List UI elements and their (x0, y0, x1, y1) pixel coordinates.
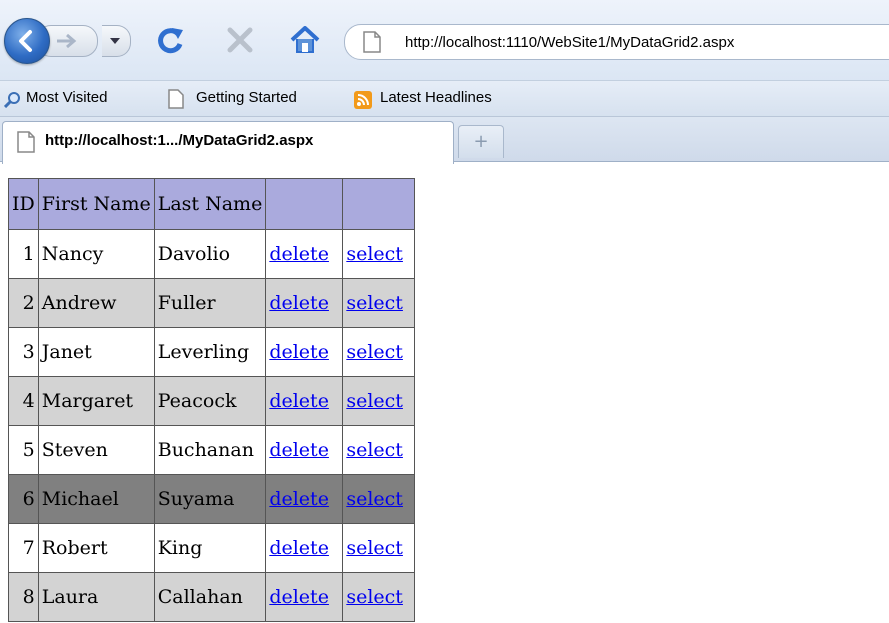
delete-link[interactable]: delete (269, 488, 329, 510)
bookmark-most-visited[interactable]: Most Visited (26, 89, 107, 106)
cell-last-name: Peacock (153, 376, 267, 426)
cell-first-name: Michael (37, 474, 155, 524)
delete-link[interactable]: delete (269, 586, 329, 608)
cell-last-name: Leverling (153, 327, 267, 377)
delete-link[interactable]: delete (269, 243, 329, 265)
cell-select: select (342, 376, 416, 426)
table-row: 1 Nancy Davolio delete select (8, 229, 416, 279)
reload-icon[interactable] (156, 24, 186, 56)
cell-delete: delete (265, 229, 344, 279)
table-row: 3 Janet Leverling delete select (8, 327, 416, 377)
tab-title: http://localhost:1.../MyDataGrid2.aspx (45, 132, 314, 149)
cell-delete: delete (265, 474, 344, 524)
cell-delete: delete (265, 425, 344, 475)
address-bar[interactable]: http://localhost:1110/WebSite1/MyDataGri… (344, 24, 889, 60)
cell-last-name: Buchanan (153, 425, 267, 475)
table-row: 8 Laura Callahan delete select (8, 572, 416, 622)
cell-id: 1 (8, 229, 39, 279)
cell-select: select (342, 523, 416, 573)
cell-id: 6 (8, 474, 39, 524)
cell-id: 3 (8, 327, 39, 377)
header-delete (265, 178, 344, 230)
home-icon[interactable] (290, 26, 320, 54)
cell-first-name: Margaret (37, 376, 155, 426)
back-arrow-icon (19, 30, 32, 52)
cell-last-name: Suyama (153, 474, 267, 524)
cell-id: 2 (8, 278, 39, 328)
cell-delete: delete (265, 327, 344, 377)
plus-icon: + (473, 131, 489, 152)
cell-last-name: Davolio (153, 229, 267, 279)
tab-mydatagrid2[interactable]: http://localhost:1.../MyDataGrid2.aspx (2, 121, 454, 164)
cell-first-name: Robert (37, 523, 155, 573)
cell-last-name: Callahan (153, 572, 267, 622)
cell-select: select (342, 278, 416, 328)
table-row: 7 Robert King delete select (8, 523, 416, 573)
new-tab-button[interactable]: + (458, 125, 504, 158)
cell-select: select (342, 425, 416, 475)
data-grid: ID First Name Last Name 1 Nancy Davolio … (8, 178, 416, 622)
select-link[interactable]: select (346, 390, 403, 412)
cell-select: select (342, 572, 416, 622)
header-id: ID (8, 178, 39, 230)
delete-link[interactable]: delete (269, 390, 329, 412)
url-text[interactable]: http://localhost:1110/WebSite1/MyDataGri… (405, 34, 734, 51)
cell-first-name: Laura (37, 572, 155, 622)
select-link[interactable]: select (346, 537, 403, 559)
cell-select: select (342, 229, 416, 279)
select-link[interactable]: select (346, 586, 403, 608)
selected-table-row: 6 Michael Suyama delete select (8, 474, 416, 524)
bookmark-latest-headlines[interactable]: Latest Headlines (380, 89, 492, 106)
delete-link[interactable]: delete (269, 537, 329, 559)
cell-delete: delete (265, 523, 344, 573)
stop-icon[interactable] (226, 26, 254, 54)
bookmark-getting-started[interactable]: Getting Started (196, 89, 297, 106)
history-dropdown-button[interactable] (102, 25, 131, 57)
delete-link[interactable]: delete (269, 439, 329, 461)
tab-strip: http://localhost:1.../MyDataGrid2.aspx + (0, 116, 889, 164)
select-link[interactable]: select (346, 292, 403, 314)
cell-id: 7 (8, 523, 39, 573)
delete-link[interactable]: delete (269, 292, 329, 314)
cell-id: 8 (8, 572, 39, 622)
page-icon (17, 131, 35, 153)
page-icon (363, 31, 381, 53)
cell-delete: delete (265, 376, 344, 426)
cell-first-name: Steven (37, 425, 155, 475)
cell-select: select (342, 327, 416, 377)
select-link[interactable]: select (346, 243, 403, 265)
select-link[interactable]: select (346, 488, 403, 510)
forward-arrow-icon (57, 34, 77, 48)
header-last-name: Last Name (153, 178, 267, 230)
cell-first-name: Nancy (37, 229, 155, 279)
cell-last-name: Fuller (153, 278, 267, 328)
table-row: 4 Margaret Peacock delete select (8, 376, 416, 426)
chevron-down-icon (110, 38, 120, 44)
header-select (342, 178, 416, 230)
cell-first-name: Andrew (37, 278, 155, 328)
table-row: 2 Andrew Fuller delete select (8, 278, 416, 328)
cell-first-name: Janet (37, 327, 155, 377)
cell-delete: delete (265, 278, 344, 328)
bookmarks-toolbar: Most Visited Getting Started Latest Head… (0, 80, 889, 117)
page-icon (168, 89, 184, 109)
cell-select: select (342, 474, 416, 524)
delete-link[interactable]: delete (269, 341, 329, 363)
back-button[interactable] (4, 18, 50, 64)
table-row: 5 Steven Buchanan delete select (8, 425, 416, 475)
cell-delete: delete (265, 572, 344, 622)
select-link[interactable]: select (346, 341, 403, 363)
cell-last-name: King (153, 523, 267, 573)
cell-id: 5 (8, 425, 39, 475)
select-link[interactable]: select (346, 439, 403, 461)
cell-id: 4 (8, 376, 39, 426)
search-icon (4, 92, 20, 108)
navigation-toolbar: http://localhost:1110/WebSite1/MyDataGri… (0, 0, 889, 80)
header-first-name: First Name (37, 178, 155, 230)
header-row: ID First Name Last Name (8, 178, 416, 230)
rss-icon (354, 91, 372, 109)
